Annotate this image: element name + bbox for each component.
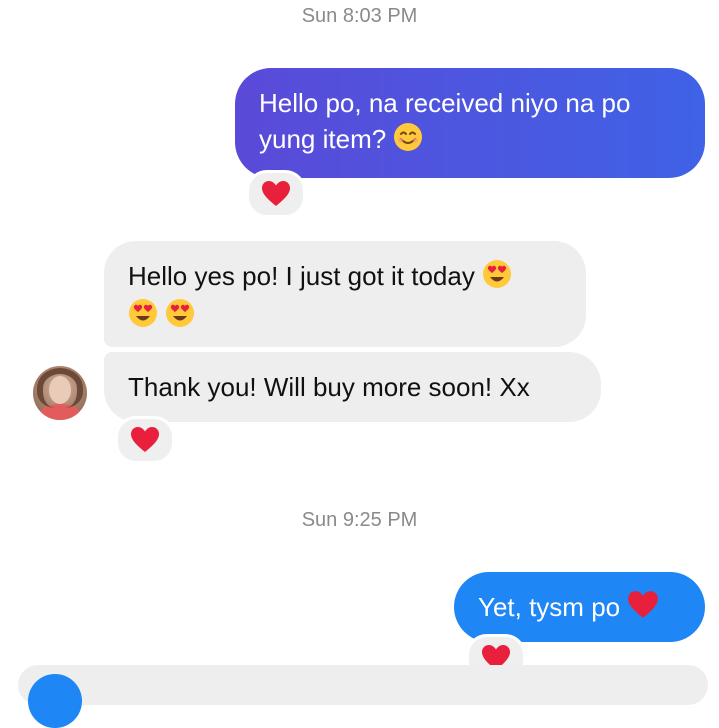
outgoing-message-1[interactable]: Hello po, na received niyo na po yung it… bbox=[235, 68, 705, 178]
message-text: Hello po, na received niyo na po yung it… bbox=[259, 88, 631, 154]
message-text: Yet, tysm po bbox=[478, 592, 621, 622]
red-heart-icon bbox=[262, 181, 290, 206]
smiling-face-icon bbox=[393, 122, 423, 161]
heart-eyes-face-icon bbox=[128, 298, 158, 337]
next-message-bubble[interactable] bbox=[18, 665, 708, 705]
reaction-badge[interactable] bbox=[246, 170, 306, 218]
message-text: Hello yes po! I just got it today bbox=[128, 261, 475, 291]
incoming-message-1[interactable]: Hello yes po! I just got it today bbox=[104, 241, 586, 347]
message-text: Thank you! Will buy more soon! Xx bbox=[128, 372, 530, 402]
heart-eyes-face-icon bbox=[165, 298, 195, 337]
incoming-message-2[interactable]: Thank you! Will buy more soon! Xx bbox=[104, 352, 601, 422]
outgoing-message-2[interactable]: Yet, tysm po bbox=[454, 572, 705, 642]
next-avatar[interactable] bbox=[28, 674, 82, 728]
timestamp-1: Sun 8:03 PM bbox=[301, 5, 418, 27]
timestamp-2: Sun 9:25 PM bbox=[301, 509, 418, 531]
reaction-badge[interactable] bbox=[115, 416, 175, 464]
avatar-hair bbox=[37, 368, 83, 408]
heart-eyes-face-icon bbox=[482, 259, 512, 298]
contact-avatar[interactable] bbox=[33, 366, 87, 420]
red-heart-icon bbox=[131, 427, 159, 452]
red-heart-icon bbox=[627, 590, 659, 629]
